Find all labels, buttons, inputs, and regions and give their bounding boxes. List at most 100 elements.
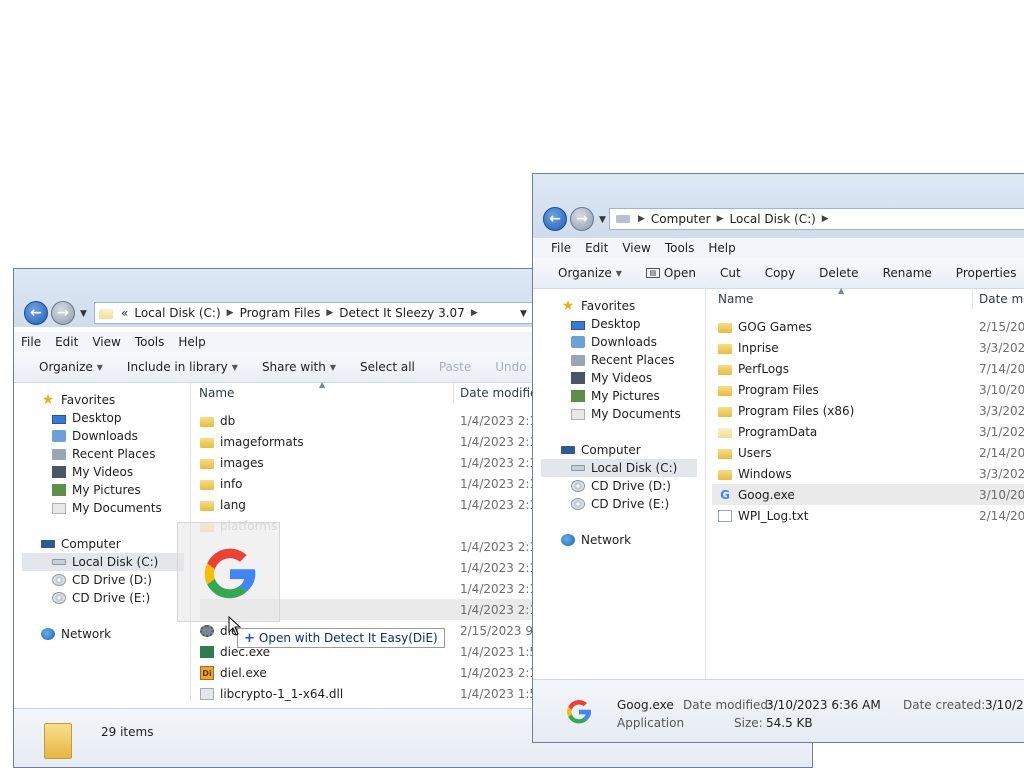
rename-button[interactable]: Rename	[871, 266, 944, 280]
nav-label: My Pictures	[591, 389, 660, 403]
paste-button[interactable]: Paste	[427, 360, 483, 374]
file-name: Program Files (x86)	[738, 403, 855, 418]
menu-help[interactable]: Help	[171, 335, 212, 349]
nav-recent-places[interactable]: Recent Places	[52, 445, 155, 463]
menu-help[interactable]: Help	[701, 241, 742, 255]
nav-downloads[interactable]: Downloads	[52, 427, 138, 445]
organize-button[interactable]: Organize ▼	[14, 360, 115, 374]
menu-tools[interactable]: Tools	[128, 335, 172, 349]
forward-button[interactable]: →	[51, 301, 75, 325]
undo-button[interactable]: Undo	[483, 360, 538, 374]
file-row[interactable]: images 1/4/2023 2:1	[200, 452, 540, 473]
menu-edit[interactable]: Edit	[48, 335, 85, 349]
file-row[interactable]: lang 1/4/2023 2:1	[200, 494, 540, 515]
file-row[interactable]: imageformats 1/4/2023 2:1	[200, 431, 540, 452]
menu-view[interactable]: View	[85, 335, 127, 349]
nav-network[interactable]: Network	[41, 625, 111, 643]
forward-button[interactable]: →	[570, 207, 594, 231]
file-row[interactable]: db 1/4/2023 2:1	[200, 410, 540, 431]
menu-file[interactable]: File	[14, 335, 48, 349]
address-bar[interactable]: ▶ Computer ▶ Local Disk (C:) ▶	[609, 208, 1024, 230]
address-segment[interactable]: Computer	[648, 212, 714, 226]
file-row[interactable]: info 1/4/2023 2:1	[200, 473, 540, 494]
cut-button[interactable]: Cut	[708, 266, 753, 280]
file-row[interactable]: Windows 3/3/2023	[718, 463, 1024, 484]
nav-downloads[interactable]: Downloads	[571, 333, 657, 351]
address-segment[interactable]: Detect It Sleezy 3.07	[336, 306, 468, 320]
open-button[interactable]: ▤ Open	[634, 266, 708, 280]
file-row[interactable]: ProgramData 3/1/2023	[718, 421, 1024, 442]
downloads-icon	[52, 430, 66, 442]
include-in-library-button[interactable]: Include in library ▼	[115, 360, 250, 374]
select-all-button[interactable]: Select all	[348, 360, 427, 374]
chevron-right-icon[interactable]: ▶	[714, 214, 727, 224]
file-name: imageformats	[220, 434, 304, 449]
nav-favorites[interactable]: ★ Favorites	[41, 391, 116, 409]
file-row[interactable]: GOG Games 2/15/202	[718, 316, 1024, 337]
chevron-right-icon[interactable]: ▶	[224, 308, 237, 318]
nav-computer[interactable]: Computer	[41, 535, 121, 553]
file-date: 2/14/202	[979, 508, 1024, 523]
column-header-name[interactable]: Name	[718, 292, 753, 306]
menu-edit[interactable]: Edit	[578, 241, 615, 255]
file-row[interactable]: Users 2/14/202	[718, 442, 1024, 463]
nav-desktop[interactable]: Desktop	[52, 409, 122, 427]
file-row[interactable]: Inprise 3/3/2023	[718, 337, 1024, 358]
nav-computer[interactable]: Computer	[561, 441, 641, 459]
address-segment[interactable]: Local Disk (C:)	[727, 212, 819, 226]
nav-local-disk[interactable]: Local Disk (C:)	[22, 553, 184, 571]
delete-button[interactable]: Delete	[807, 266, 870, 280]
nav-my-documents[interactable]: My Documents	[571, 405, 681, 423]
file-row[interactable]: Program Files 3/10/202	[718, 379, 1024, 400]
recent-pages-dropdown[interactable]: ▼	[80, 309, 87, 319]
file-row[interactable]: WPI_Log.txt 2/14/202	[718, 505, 1024, 526]
settings-file-icon	[200, 624, 214, 637]
address-bar[interactable]: « Local Disk (C:) ▶ Program Files ▶ Dete…	[94, 302, 534, 324]
nav-label: CD Drive (E:)	[591, 497, 670, 511]
file-row[interactable]: Program Files (x86) 3/3/2023	[718, 400, 1024, 421]
cd-drive-icon	[52, 592, 66, 604]
nav-my-videos[interactable]: My Videos	[52, 463, 133, 481]
nav-my-documents[interactable]: My Documents	[52, 499, 162, 517]
menu-file[interactable]: File	[533, 241, 578, 255]
copy-button[interactable]: Copy	[753, 266, 807, 280]
chevron-right-icon[interactable]: ▶	[468, 308, 481, 318]
nav-cd-drive-e[interactable]: CD Drive (E:)	[52, 589, 150, 607]
nav-local-disk[interactable]: Local Disk (C:)	[541, 459, 697, 477]
file-name: GOG Games	[738, 319, 812, 334]
address-segment[interactable]: Program Files	[237, 306, 324, 320]
organize-button[interactable]: Organize ▼	[533, 266, 634, 280]
address-dropdown[interactable]: ▼	[520, 309, 527, 319]
menu-view[interactable]: View	[615, 241, 657, 255]
file-row[interactable]: PerfLogs 7/14/200	[718, 358, 1024, 379]
chevron-right-icon[interactable]: ▶	[323, 308, 336, 318]
share-with-button[interactable]: Share with ▼	[250, 360, 348, 374]
back-button[interactable]: ←	[24, 301, 48, 325]
column-header-name[interactable]: Name	[199, 386, 234, 400]
file-date: 1/4/2023 2:1	[460, 602, 538, 617]
nav-my-pictures[interactable]: My Pictures	[52, 481, 141, 499]
nav-network[interactable]: Network	[561, 531, 631, 549]
recent-pages-dropdown[interactable]: ▼	[599, 215, 606, 225]
file-row-selected[interactable]: G Goog.exe 3/10/202	[712, 484, 1024, 505]
column-header-date-modified[interactable]: Date mo	[979, 292, 1024, 306]
file-row[interactable]: Di diel.exe 1/4/2023 2:1	[200, 662, 540, 683]
nav-my-videos[interactable]: My Videos	[571, 369, 652, 387]
nav-cd-drive-d[interactable]: CD Drive (D:)	[52, 571, 152, 589]
chevron-right-icon[interactable]: ▶	[630, 214, 648, 224]
address-segment[interactable]: Local Disk (C:)	[131, 306, 223, 320]
nav-recent-places[interactable]: Recent Places	[571, 351, 674, 369]
file-row[interactable]: libcrypto-1_1-x64.dll 1/4/2023 1:5	[200, 683, 540, 704]
properties-button[interactable]: Properties	[944, 266, 1024, 280]
nav-my-pictures[interactable]: My Pictures	[571, 387, 660, 405]
back-button[interactable]: ←	[543, 207, 567, 231]
nav-cd-drive-e[interactable]: CD Drive (E:)	[571, 495, 669, 513]
chevron-right-icon[interactable]: ▶	[819, 214, 832, 224]
address-overflow[interactable]: «	[113, 306, 131, 320]
nav-desktop[interactable]: Desktop	[571, 315, 641, 333]
nav-favorites[interactable]: ★ Favorites	[561, 297, 636, 315]
details-created-label: Date created:	[903, 698, 986, 712]
menu-tools[interactable]: Tools	[658, 241, 702, 255]
nav-cd-drive-d[interactable]: CD Drive (D:)	[571, 477, 671, 495]
file-date: 2/14/202	[979, 445, 1024, 460]
